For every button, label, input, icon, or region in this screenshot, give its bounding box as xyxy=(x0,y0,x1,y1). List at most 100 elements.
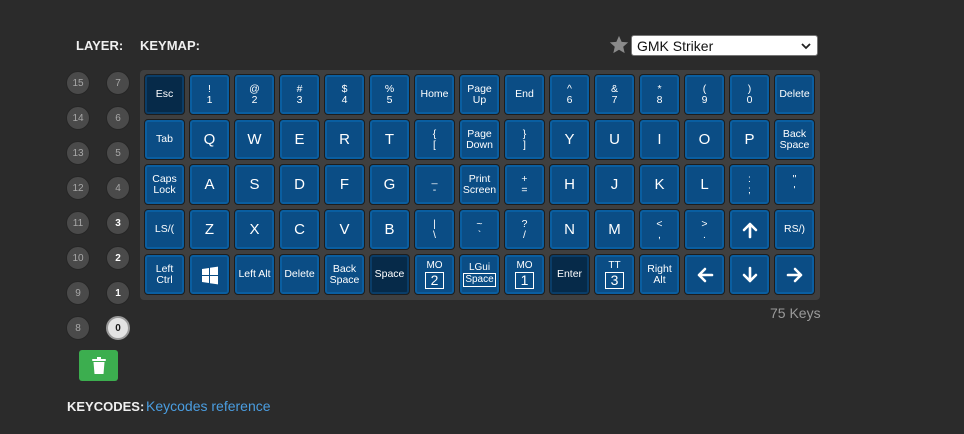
layer-button-15[interactable]: 15 xyxy=(66,71,90,95)
key-caps[interactable]: Caps Lock xyxy=(144,164,185,205)
key--3-8[interactable]: ? / xyxy=(504,209,545,250)
key--2-13[interactable]: :; xyxy=(729,164,770,205)
key-rs[interactable]: RS/) xyxy=(774,209,815,250)
key-space[interactable]: Space xyxy=(369,254,410,295)
key-b[interactable]: B xyxy=(369,209,410,250)
key-page[interactable]: Page Down xyxy=(459,119,500,160)
key-tab[interactable]: Tab xyxy=(144,119,185,160)
key-right[interactable]: Right Alt xyxy=(639,254,680,295)
key-arrow-up[interactable] xyxy=(729,209,770,250)
key-t[interactable]: T xyxy=(369,119,410,160)
key--1-6[interactable]: {[ xyxy=(414,119,455,160)
keycodes-reference-link[interactable]: Keycodes reference xyxy=(146,398,271,414)
key-w[interactable]: W xyxy=(234,119,275,160)
key-windows[interactable] xyxy=(189,254,230,295)
layer-button-8[interactable]: 8 xyxy=(66,316,90,340)
keymap-select[interactable]: GMK Striker xyxy=(631,35,818,56)
key--0-5[interactable]: % 5 xyxy=(369,74,410,115)
keymap-header: KEYMAP: xyxy=(140,38,200,53)
layer-button-13[interactable]: 13 xyxy=(66,141,90,165)
key-r[interactable]: R xyxy=(324,119,365,160)
key-y[interactable]: Y xyxy=(549,119,590,160)
key-j[interactable]: J xyxy=(594,164,635,205)
key-o[interactable]: O xyxy=(684,119,725,160)
key--0-4[interactable]: $4 xyxy=(324,74,365,115)
key-q[interactable]: Q xyxy=(189,119,230,160)
layer-button-11[interactable]: 11 xyxy=(66,211,90,235)
key-v[interactable]: V xyxy=(324,209,365,250)
key--1-8[interactable]: }] xyxy=(504,119,545,160)
layer-button-5[interactable]: 5 xyxy=(106,141,130,165)
key-mo[interactable]: MO 1 xyxy=(504,254,545,295)
key-label: > xyxy=(701,217,708,230)
key-x[interactable]: X xyxy=(234,209,275,250)
key-l[interactable]: L xyxy=(684,164,725,205)
key-arrow-left[interactable] xyxy=(684,254,725,295)
key-n[interactable]: N xyxy=(549,209,590,250)
layer-button-0[interactable]: 0 xyxy=(106,316,130,340)
key--0-12[interactable]: (9 xyxy=(684,74,725,115)
key-c[interactable]: C xyxy=(279,209,320,250)
layer-button-7[interactable]: 7 xyxy=(106,71,130,95)
key--0-10[interactable]: & 7 xyxy=(594,74,635,115)
key-tt[interactable]: TT 3 xyxy=(594,254,635,295)
key--2-8[interactable]: + = xyxy=(504,164,545,205)
key-esc[interactable]: Esc xyxy=(144,74,185,115)
star-icon[interactable] xyxy=(608,34,630,56)
key--0-9[interactable]: ^ 6 xyxy=(549,74,590,115)
key--3-7[interactable]: ~ ` xyxy=(459,209,500,250)
key-a[interactable]: A xyxy=(189,164,230,205)
key-s[interactable]: S xyxy=(234,164,275,205)
key-enter[interactable]: Enter xyxy=(549,254,590,295)
layer-button-14[interactable]: 14 xyxy=(66,106,90,130)
key-e[interactable]: E xyxy=(279,119,320,160)
layer-button-4[interactable]: 4 xyxy=(106,176,130,200)
key-back[interactable]: Back Space xyxy=(774,119,815,160)
key--2-6[interactable]: _ - xyxy=(414,164,455,205)
key-h[interactable]: H xyxy=(549,164,590,205)
key-p[interactable]: P xyxy=(729,119,770,160)
key-page[interactable]: Page Up xyxy=(459,74,500,115)
key--3-12[interactable]: >. xyxy=(684,209,725,250)
key-left-alt[interactable]: Left Alt xyxy=(234,254,275,295)
key-label: : xyxy=(748,172,751,185)
key-lgui[interactable]: LGui Space xyxy=(459,254,500,295)
key--0-2[interactable]: @2 xyxy=(234,74,275,115)
key-arrow-down[interactable] xyxy=(729,254,770,295)
key--3-6[interactable]: | \ xyxy=(414,209,455,250)
layer-button-2[interactable]: 2 xyxy=(106,246,130,270)
layer-button-12[interactable]: 12 xyxy=(66,176,90,200)
key-g[interactable]: G xyxy=(369,164,410,205)
key--0-13[interactable]: ) 0 xyxy=(729,74,770,115)
key-u[interactable]: U xyxy=(594,119,635,160)
key-left[interactable]: Left Ctrl xyxy=(144,254,185,295)
key--0-3[interactable]: #3 xyxy=(279,74,320,115)
key-m[interactable]: M xyxy=(594,209,635,250)
key-d[interactable]: D xyxy=(279,164,320,205)
key-end[interactable]: End xyxy=(504,74,545,115)
key-arrow-right[interactable] xyxy=(774,254,815,295)
key--0-11[interactable]: * 8 xyxy=(639,74,680,115)
layer-button-10[interactable]: 10 xyxy=(66,246,90,270)
layer-button-1[interactable]: 1 xyxy=(106,281,130,305)
key-i[interactable]: I xyxy=(639,119,680,160)
delete-layer-button[interactable] xyxy=(79,350,118,381)
key-f[interactable]: F xyxy=(324,164,365,205)
key-back[interactable]: Back Space xyxy=(324,254,365,295)
key-layer-number: 2 xyxy=(425,271,444,289)
layer-button-3[interactable]: 3 xyxy=(106,211,130,235)
layer-button-9[interactable]: 9 xyxy=(66,281,90,305)
key-z[interactable]: Z xyxy=(189,209,230,250)
key-label: ! xyxy=(208,82,211,95)
key-delete[interactable]: Delete xyxy=(774,74,815,115)
key--0-1[interactable]: ! 1 xyxy=(189,74,230,115)
key-home[interactable]: Home xyxy=(414,74,455,115)
key--3-11[interactable]: <, xyxy=(639,209,680,250)
key-delete[interactable]: Delete xyxy=(279,254,320,295)
key-ls[interactable]: LS/( xyxy=(144,209,185,250)
layer-button-6[interactable]: 6 xyxy=(106,106,130,130)
key-mo[interactable]: MO 2 xyxy=(414,254,455,295)
key-print[interactable]: Print Screen xyxy=(459,164,500,205)
key--2-14[interactable]: " ' xyxy=(774,164,815,205)
key-k[interactable]: K xyxy=(639,164,680,205)
